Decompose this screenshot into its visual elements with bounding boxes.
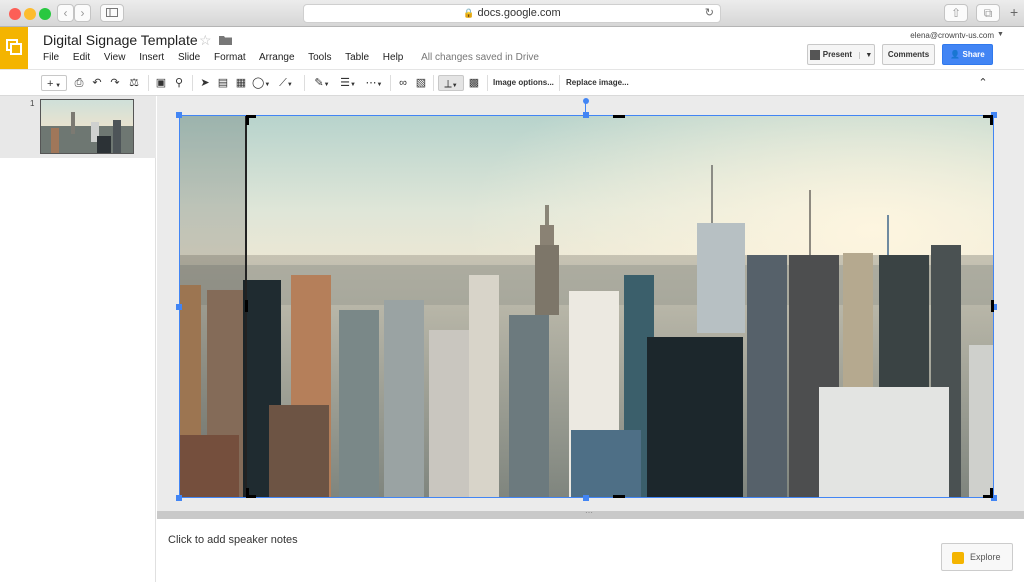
- resize-handle-b[interactable]: [583, 495, 589, 501]
- lock-icon: 🔒: [463, 8, 475, 18]
- crop-icon[interactable]: ⟂▼: [438, 75, 464, 91]
- menu-bar: File Edit View Insert Slide Format Arran…: [43, 52, 550, 63]
- forward-button[interactable]: ›: [74, 4, 91, 22]
- zoom-fit-icon[interactable]: ▣: [154, 75, 168, 91]
- slide-number: 1: [30, 99, 35, 108]
- shape-icon[interactable]: ◯▼: [252, 75, 270, 91]
- slide-thumbnail[interactable]: [40, 99, 134, 154]
- undo-icon[interactable]: ↶: [90, 75, 104, 91]
- user-email[interactable]: elena@crowntv-us.com: [910, 31, 994, 40]
- share-sheet-button[interactable]: ⇧: [944, 4, 968, 22]
- crop-corner-br[interactable]: [983, 488, 993, 498]
- border-weight-icon[interactable]: ☰▼: [337, 75, 359, 91]
- slide-thumbnail-row[interactable]: 1: [0, 96, 156, 158]
- crop-corner-tr[interactable]: [983, 115, 993, 125]
- crop-corner-bl[interactable]: [246, 488, 256, 498]
- sidebar-icon: [106, 8, 118, 17]
- slides-icon: [6, 39, 22, 55]
- rotate-handle[interactable]: [583, 98, 589, 104]
- paint-format-icon[interactable]: ⚖: [127, 75, 141, 91]
- sidebar-toggle-button[interactable]: [100, 4, 124, 22]
- crop-edge-bottom[interactable]: [613, 495, 625, 498]
- new-tab-button[interactable]: +: [1010, 4, 1018, 20]
- border-dash-icon[interactable]: ⋯▼: [363, 75, 385, 91]
- print-icon[interactable]: ⎙: [72, 75, 86, 91]
- link-icon[interactable]: ∞: [396, 75, 410, 91]
- explore-button[interactable]: Explore: [941, 543, 1013, 571]
- speaker-notes[interactable]: Click to add speaker notes: [157, 519, 1024, 582]
- resize-handle-t[interactable]: [583, 112, 589, 118]
- doc-title[interactable]: Digital Signage Template: [43, 32, 198, 48]
- reload-icon[interactable]: ↻: [705, 5, 714, 22]
- new-slide-button[interactable]: + ▼: [41, 75, 67, 91]
- menu-slide[interactable]: Slide: [178, 52, 200, 63]
- share-button[interactable]: 👤 Share: [942, 44, 993, 65]
- collapse-toolbar-icon[interactable]: ⌃: [976, 75, 990, 91]
- speaker-notes-placeholder[interactable]: Click to add speaker notes: [168, 534, 298, 546]
- menu-help[interactable]: Help: [383, 52, 404, 63]
- slides-logo[interactable]: [0, 27, 28, 69]
- notes-resize-bar[interactable]: ⋯: [157, 508, 1024, 519]
- image-options-button[interactable]: Image options...: [493, 75, 554, 91]
- comments-button[interactable]: Comments: [882, 44, 935, 65]
- star-icon[interactable]: ☆: [199, 32, 212, 49]
- menu-file[interactable]: File: [43, 52, 59, 63]
- zoom-window-button[interactable]: [39, 8, 51, 20]
- image-icon[interactable]: ▦: [234, 75, 248, 91]
- crop-edge-top[interactable]: [613, 115, 625, 118]
- tabs-overview-button[interactable]: ⧉: [976, 4, 1000, 22]
- crop-edge-right[interactable]: [991, 300, 994, 312]
- menu-arrange[interactable]: Arrange: [259, 52, 295, 63]
- redo-icon[interactable]: ↷: [108, 75, 122, 91]
- minimize-window-button[interactable]: [24, 8, 36, 20]
- explore-icon: [952, 551, 964, 564]
- present-button[interactable]: Present ▼: [807, 44, 875, 65]
- crop-edge-left[interactable]: [245, 300, 248, 312]
- folder-icon[interactable]: [219, 35, 232, 45]
- filmstrip: 1: [0, 96, 156, 582]
- select-icon[interactable]: ➤: [198, 75, 212, 91]
- present-icon: [809, 49, 820, 60]
- back-button[interactable]: ‹: [57, 4, 74, 22]
- resize-handle-bl[interactable]: [176, 495, 182, 501]
- comment-icon[interactable]: ▧: [414, 75, 428, 91]
- save-status[interactable]: All changes saved in Drive: [421, 52, 539, 63]
- url-text: docs.google.com: [477, 7, 561, 19]
- menu-table[interactable]: Table: [345, 52, 369, 63]
- replace-image-button[interactable]: Replace image...: [566, 75, 629, 91]
- resize-handle-tl[interactable]: [176, 112, 182, 118]
- toolbar: + ▼ ⎙ ↶ ↷ ⚖ ▣ ⚲ ➤ ▤ ▦ ◯▼ ⟋▼ ✎▼ ☰▼ ⋯▼ ∞ ▧…: [0, 69, 1024, 96]
- menu-format[interactable]: Format: [214, 52, 246, 63]
- crop-corner-tl[interactable]: [246, 115, 256, 125]
- zoom-icon[interactable]: ⚲: [172, 75, 186, 91]
- address-bar[interactable]: 🔒 docs.google.com ↻: [303, 4, 721, 23]
- account-chevron-icon[interactable]: ▼: [997, 31, 1004, 38]
- drag-handle-icon[interactable]: ⋯: [585, 508, 593, 517]
- border-color-icon[interactable]: ✎▼: [311, 75, 333, 91]
- close-window-button[interactable]: [9, 8, 21, 20]
- menu-tools[interactable]: Tools: [308, 52, 331, 63]
- person-icon: 👤: [950, 50, 961, 59]
- browser-toolbar: ‹ › 🔒 docs.google.com ↻ ⇧ ⧉ +: [0, 0, 1024, 27]
- city-thumbnail-image: [41, 100, 133, 153]
- menu-view[interactable]: View: [104, 52, 126, 63]
- menu-insert[interactable]: Insert: [139, 52, 164, 63]
- reset-image-icon[interactable]: ▩: [467, 75, 481, 91]
- line-icon[interactable]: ⟋▼: [277, 75, 295, 91]
- selection-outline: [179, 115, 994, 498]
- present-dropdown-icon[interactable]: ▼: [859, 52, 873, 59]
- resize-handle-l[interactable]: [176, 304, 182, 310]
- menu-edit[interactable]: Edit: [73, 52, 90, 63]
- text-box-icon[interactable]: ▤: [216, 75, 230, 91]
